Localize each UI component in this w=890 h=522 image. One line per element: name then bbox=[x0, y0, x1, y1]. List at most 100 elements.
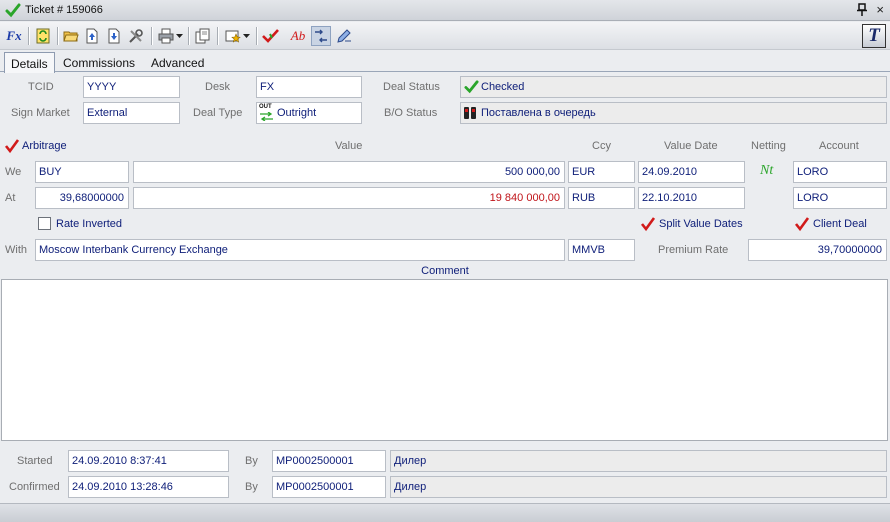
check-deal-button[interactable] bbox=[261, 26, 281, 46]
sign-market-label: Sign Market bbox=[11, 107, 70, 119]
tools-icon bbox=[129, 29, 143, 43]
window-titlebar: Ticket # 159066 × bbox=[0, 0, 890, 21]
fx-icon: Fx bbox=[6, 28, 22, 43]
template-button[interactable] bbox=[222, 26, 252, 46]
print-button[interactable] bbox=[156, 26, 184, 46]
deal-status-label: Deal Status bbox=[383, 81, 440, 93]
spellcheck-button[interactable]: Ab bbox=[288, 26, 308, 46]
at-label: At bbox=[5, 192, 16, 204]
confirmed-by-id-field: MP0002500001 bbox=[272, 476, 386, 498]
import-button[interactable] bbox=[104, 26, 124, 46]
export-button[interactable] bbox=[82, 26, 102, 46]
at-rate-field[interactable]: 39,68000000 bbox=[35, 187, 129, 209]
confirmed-label: Confirmed bbox=[9, 481, 60, 493]
printer-icon bbox=[158, 28, 173, 44]
at-account-field[interactable]: LORO bbox=[793, 187, 887, 209]
arbitrage-check-icon[interactable] bbox=[4, 138, 20, 154]
copy-icon bbox=[195, 28, 210, 44]
we-value-date-field[interactable]: 24.09.2010 bbox=[638, 161, 745, 183]
refresh-button[interactable] bbox=[33, 26, 53, 46]
edit-button[interactable] bbox=[334, 26, 354, 46]
deal-type-label: Deal Type bbox=[193, 107, 243, 119]
confirmed-field: 24.09.2010 13:28:46 bbox=[68, 476, 229, 498]
value-date-header: Value Date bbox=[664, 140, 718, 152]
deal-status-value: Checked bbox=[481, 81, 525, 93]
check-mark-icon bbox=[262, 29, 279, 43]
at-value-date-field[interactable]: 22.10.2010 bbox=[638, 187, 745, 209]
star-document-icon bbox=[225, 30, 241, 43]
toolbar: Fx Ab T bbox=[0, 22, 890, 50]
netting-icon[interactable]: Nt bbox=[760, 163, 773, 179]
started-field: 24.09.2010 8:37:41 bbox=[68, 450, 229, 472]
checkmark-icon bbox=[5, 3, 21, 18]
started-label: Started bbox=[17, 455, 53, 467]
we-ccy-field[interactable]: EUR bbox=[568, 161, 635, 183]
split-value-dates-check-icon[interactable] bbox=[640, 216, 656, 232]
app-logo-icon: T bbox=[862, 24, 886, 48]
tcid-label: TCID bbox=[28, 81, 54, 93]
client-deal-label[interactable]: Client Deal bbox=[813, 218, 867, 230]
tools-button[interactable] bbox=[126, 26, 146, 46]
spellcheck-icon: Ab bbox=[290, 28, 306, 43]
client-deal-check-icon[interactable] bbox=[794, 216, 810, 232]
window-title: Ticket # 159066 bbox=[25, 4, 103, 16]
tab-bar: Details Commissions Advanced bbox=[0, 51, 890, 73]
folder-open-icon bbox=[63, 31, 79, 42]
with-label: With bbox=[5, 244, 27, 256]
arbitrage-label[interactable]: Arbitrage bbox=[22, 140, 67, 152]
close-button[interactable]: × bbox=[876, 2, 884, 18]
we-account-field[interactable]: LORO bbox=[793, 161, 887, 183]
account-header: Account bbox=[819, 140, 859, 152]
formula-button[interactable]: Fx bbox=[4, 26, 24, 46]
outright-icon: OUT bbox=[259, 104, 274, 122]
tab-advanced[interactable]: Advanced bbox=[145, 52, 210, 72]
with-field[interactable]: Moscow Interbank Currency Exchange bbox=[35, 239, 565, 261]
we-side-field[interactable]: BUY bbox=[35, 161, 129, 183]
desk-label: Desk bbox=[205, 81, 231, 93]
deal-type-field[interactable]: OUT Outright bbox=[256, 102, 362, 124]
bo-status-value: Поставлена в очередь bbox=[481, 107, 596, 119]
tcid-field[interactable]: YYYY bbox=[83, 76, 180, 98]
pencil-icon bbox=[337, 29, 351, 43]
rate-inverted-checkbox[interactable] bbox=[38, 217, 51, 230]
confirmed-by-role-field: Дилер bbox=[390, 476, 887, 498]
ccy-header: Ccy bbox=[592, 140, 611, 152]
link-button[interactable] bbox=[311, 26, 331, 46]
bo-status-field: Поставлена в очередь bbox=[460, 102, 887, 124]
pin-icon[interactable] bbox=[856, 3, 868, 17]
desk-field[interactable]: FX bbox=[256, 76, 362, 98]
comment-label: Comment bbox=[421, 265, 469, 277]
at-ccy-field[interactable]: RUB bbox=[568, 187, 635, 209]
link-nodes-icon bbox=[315, 29, 327, 43]
deal-type-value: Outright bbox=[277, 107, 317, 119]
status-bar bbox=[0, 503, 890, 522]
split-value-dates-label[interactable]: Split Value Dates bbox=[659, 218, 743, 230]
chevron-down-icon bbox=[175, 33, 183, 38]
we-value-field[interactable]: 500 000,00 bbox=[133, 161, 565, 183]
netting-header: Netting bbox=[751, 140, 786, 152]
premium-rate-label: Premium Rate bbox=[658, 244, 729, 256]
premium-rate-field[interactable]: 39,70000000 bbox=[748, 239, 887, 261]
started-by-id-field: MP0002500001 bbox=[272, 450, 386, 472]
checkmark-icon bbox=[464, 80, 479, 94]
started-by-label: By bbox=[245, 455, 258, 467]
comment-textarea[interactable] bbox=[1, 279, 888, 441]
with-code-field[interactable]: MMVB bbox=[568, 239, 635, 261]
refresh-icon bbox=[36, 28, 50, 44]
sign-market-field[interactable]: External bbox=[83, 102, 180, 124]
at-value-field[interactable]: 19 840 000,00 bbox=[133, 187, 565, 209]
document-down-icon bbox=[108, 28, 120, 44]
started-by-role-field: Дилер bbox=[390, 450, 887, 472]
deal-status-field: Checked bbox=[460, 76, 887, 98]
tab-details[interactable]: Details bbox=[4, 52, 55, 73]
we-label: We bbox=[5, 166, 22, 178]
copy-button[interactable] bbox=[193, 26, 213, 46]
document-up-icon bbox=[86, 28, 98, 44]
tab-commissions[interactable]: Commissions bbox=[57, 52, 141, 72]
value-header: Value bbox=[335, 140, 363, 152]
rate-inverted-label[interactable]: Rate Inverted bbox=[56, 218, 122, 230]
open-button[interactable] bbox=[61, 26, 81, 46]
chevron-down-icon bbox=[242, 33, 250, 38]
queue-icon bbox=[464, 107, 476, 119]
confirmed-by-label: By bbox=[245, 481, 258, 493]
